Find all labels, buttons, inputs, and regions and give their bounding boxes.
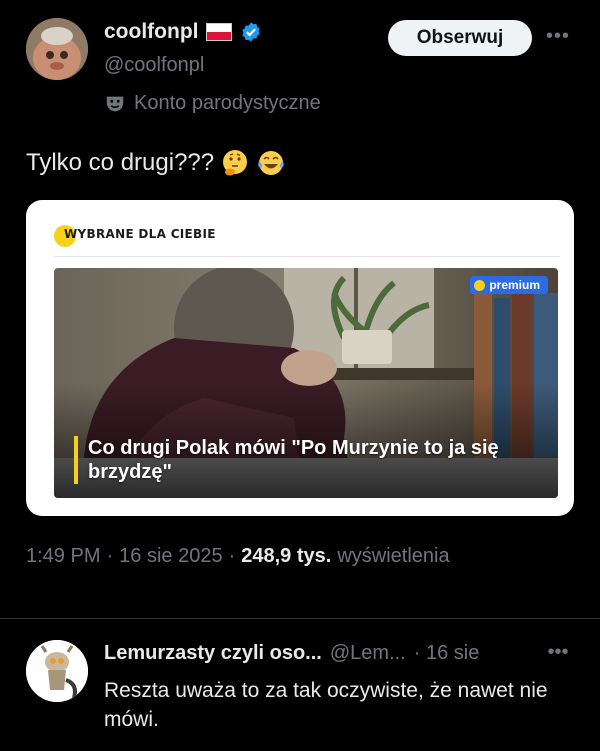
tweet-time[interactable]: 1:49 PM xyxy=(26,545,100,568)
reply-handle[interactable]: @Lem... xyxy=(330,642,406,665)
parody-account-label: Konto parodystyczne xyxy=(104,92,321,115)
lemur-avatar-image xyxy=(26,640,88,702)
tweet-meta: 1:49 PM · 16 sie 2025 · 248,9 tys. wyświ… xyxy=(26,545,450,568)
headline-accent-bar xyxy=(74,436,78,484)
reply-header: Lemurzasty czyli oso... @Lem... · 16 sie xyxy=(104,642,479,665)
views-label: wyświetlenia xyxy=(337,545,450,567)
embedded-article-card[interactable]: WYBRANE DLA CIEBIE premium Co drugi Pola… xyxy=(26,200,574,516)
meta-separator: · xyxy=(228,545,236,567)
tweet-text-row: Tylko co drugi??? xyxy=(26,148,286,178)
card-label-row: WYBRANE DLA CIEBIE xyxy=(54,225,215,247)
meta-separator: · xyxy=(106,545,114,567)
author-handle[interactable]: @coolfonpl xyxy=(104,54,204,77)
poland-flag-icon xyxy=(206,23,233,41)
follow-button[interactable]: Obserwuj xyxy=(388,20,532,56)
views-count[interactable]: 248,9 tys. xyxy=(241,545,331,568)
author-avatar[interactable] xyxy=(26,18,88,80)
reply-time[interactable]: · 16 sie xyxy=(414,642,480,665)
tweet-date[interactable]: 16 sie 2025 xyxy=(119,545,222,568)
card-label: WYBRANE DLA CIEBIE xyxy=(64,227,216,241)
premium-dot-icon xyxy=(474,279,486,291)
premium-badge: premium xyxy=(470,276,548,294)
tears-of-joy-emoji-icon xyxy=(258,151,284,175)
more-options-icon[interactable]: ••• xyxy=(544,24,572,52)
reply-text: Reszta uważa to za tak oczywiste, że naw… xyxy=(104,679,548,731)
reply-avatar[interactable] xyxy=(26,640,88,702)
author-display-name[interactable]: coolfonpl xyxy=(104,20,198,44)
parody-label-text: Konto parodystyczne xyxy=(134,92,321,114)
author-name-row: coolfonpl xyxy=(104,20,262,44)
verified-badge-icon xyxy=(242,22,261,42)
author-avatar-image xyxy=(26,18,88,80)
reply-divider xyxy=(0,618,600,619)
card-divider xyxy=(54,256,560,257)
tweet-text: Tylko co drugi??? xyxy=(26,149,215,176)
article-image[interactable]: premium Co drugi Polak mówi "Po Murzynie… xyxy=(54,268,558,498)
reply-more-options-icon[interactable]: ••• xyxy=(544,640,572,668)
theater-mask-icon xyxy=(106,96,124,111)
thinking-face-emoji-icon xyxy=(223,150,248,176)
article-headline[interactable]: Co drugi Polak mówi "Po Murzynie to ja s… xyxy=(88,436,538,484)
reply-display-name[interactable]: Lemurzasty czyli oso... xyxy=(104,642,322,665)
premium-label: premium xyxy=(489,278,540,292)
